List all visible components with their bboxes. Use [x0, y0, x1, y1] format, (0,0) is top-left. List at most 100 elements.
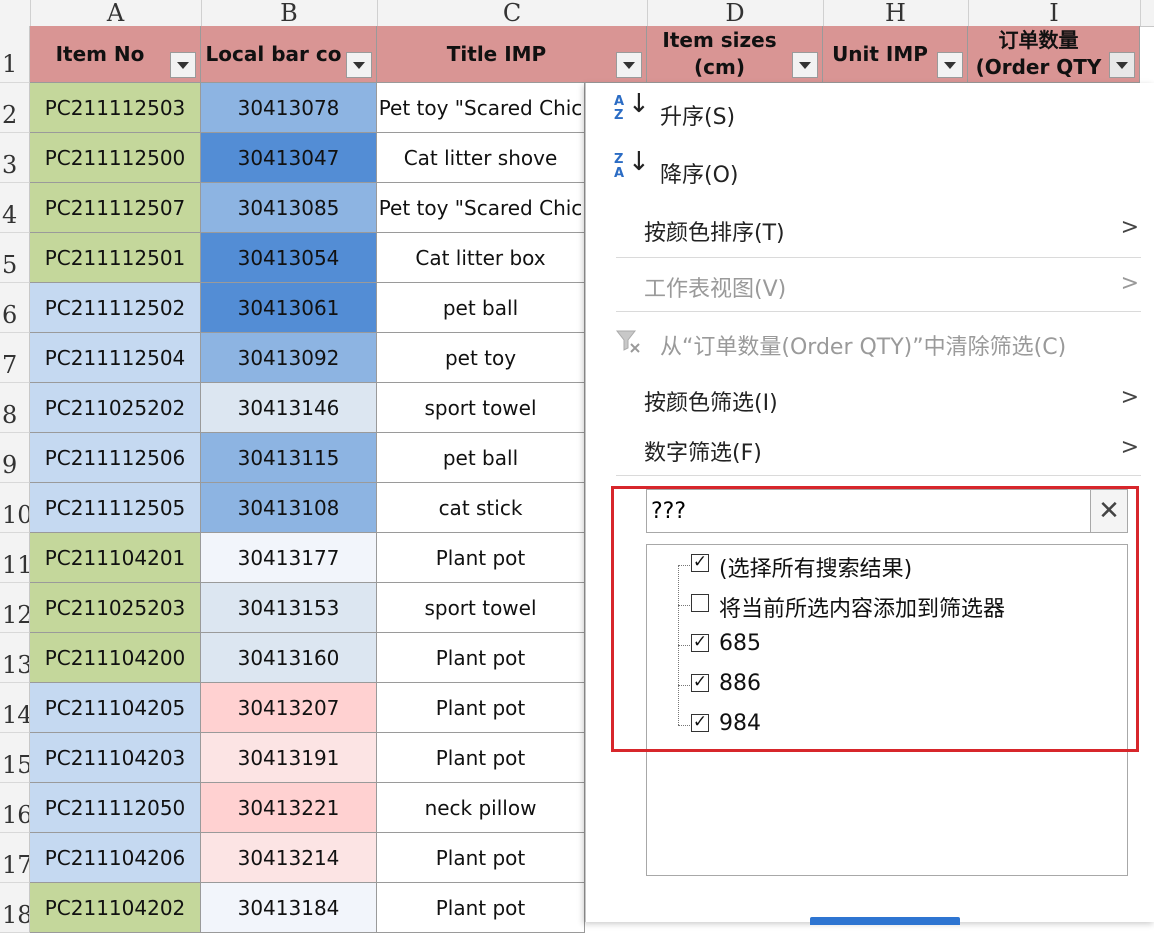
header-title[interactable]: Title IMP — [377, 26, 647, 83]
cell-local-bar[interactable]: 30413184 — [201, 883, 377, 933]
row-header[interactable]: 2 — [0, 83, 30, 133]
row-header[interactable]: 12 — [0, 583, 30, 633]
cell-local-bar[interactable]: 30413078 — [201, 83, 377, 133]
cell-local-bar[interactable]: 30413115 — [201, 433, 377, 483]
cell-title[interactable]: Plant pot — [377, 883, 585, 933]
cell-local-bar[interactable]: 30413214 — [201, 833, 377, 883]
cell-title[interactable]: Plant pot — [377, 533, 585, 583]
cell-item-no[interactable]: PC211112507 — [30, 183, 201, 233]
column-header-i[interactable]: I — [968, 0, 1141, 26]
cell-item-no[interactable]: PC211104200 — [30, 633, 201, 683]
cell-local-bar[interactable]: 30413054 — [201, 233, 377, 283]
cell-title[interactable]: sport towel — [377, 583, 585, 633]
column-header-h[interactable]: H — [823, 0, 969, 26]
cell-title[interactable]: pet ball — [377, 283, 585, 333]
cell-local-bar[interactable]: 30413146 — [201, 383, 377, 433]
cell-local-bar[interactable]: 30413191 — [201, 733, 377, 783]
header-item-no[interactable]: Item No — [30, 26, 201, 83]
cell-title[interactable]: Plant pot — [377, 633, 585, 683]
row-header[interactable]: 14 — [0, 683, 30, 733]
cell-title[interactable]: Pet toy "Scared Chic — [377, 183, 585, 233]
cell-local-bar[interactable]: 30413207 — [201, 683, 377, 733]
row-header[interactable]: 17 — [0, 833, 30, 883]
cell-item-no[interactable]: PC211104203 — [30, 733, 201, 783]
column-header-next[interactable] — [1140, 0, 1154, 26]
dropdown-arrow-icon[interactable] — [792, 52, 818, 78]
cell-item-no[interactable]: PC211025203 — [30, 583, 201, 633]
menu-item-clear-filter[interactable]: 从“订单数量(Order QTY)”中清除筛选(C) — [586, 327, 1154, 361]
select-all-corner[interactable] — [0, 0, 31, 26]
cell-title[interactable]: pet toy — [377, 333, 585, 383]
cell-title[interactable]: Cat litter shove — [377, 133, 585, 183]
menu-item-sheet-view[interactable]: 工作表视图(V) > — [586, 269, 1154, 303]
row-header[interactable]: 1 — [0, 26, 30, 83]
cell-item-no[interactable]: PC211025202 — [30, 383, 201, 433]
cell-local-bar[interactable]: 30413092 — [201, 333, 377, 383]
menu-item-filter-by-color[interactable]: 按颜色筛选(I) > — [586, 383, 1154, 417]
cell-item-no[interactable]: PC211104206 — [30, 833, 201, 883]
row-header[interactable]: 18 — [0, 883, 30, 933]
row-header[interactable]: 8 — [0, 383, 30, 433]
cell-item-no[interactable]: PC211104205 — [30, 683, 201, 733]
cell-title[interactable]: Plant pot — [377, 833, 585, 883]
row-header[interactable]: 4 — [0, 183, 30, 233]
cell-local-bar[interactable]: 30413047 — [201, 133, 377, 183]
column-header-a[interactable]: A — [30, 0, 202, 26]
cell-local-bar[interactable]: 30413108 — [201, 483, 377, 533]
cell-item-no[interactable]: PC211112500 — [30, 133, 201, 183]
checkbox[interactable] — [691, 594, 709, 612]
column-header-b[interactable]: B — [201, 0, 378, 26]
column-header-d[interactable]: D — [647, 0, 824, 26]
checkbox[interactable]: ✓ — [691, 714, 709, 732]
cell-item-no[interactable]: PC211104202 — [30, 883, 201, 933]
cell-item-no[interactable]: PC211112502 — [30, 283, 201, 333]
cell-item-no[interactable]: PC211104201 — [30, 533, 201, 583]
menu-item-sort-by-color[interactable]: 按颜色排序(T) > — [586, 213, 1154, 247]
cell-local-bar[interactable]: 30413153 — [201, 583, 377, 633]
column-header-c[interactable]: C — [377, 0, 648, 26]
row-header[interactable]: 7 — [0, 333, 30, 383]
close-icon[interactable]: ✕ — [1090, 490, 1127, 532]
cell-item-no[interactable]: PC211112501 — [30, 233, 201, 283]
dropdown-arrow-icon[interactable] — [616, 52, 642, 78]
row-header[interactable]: 5 — [0, 233, 30, 283]
menu-item-sort-ascending[interactable]: AZ ↓ 升序(S) — [586, 91, 1154, 135]
cell-local-bar[interactable]: 30413085 — [201, 183, 377, 233]
cell-item-no[interactable]: PC211112503 — [30, 83, 201, 133]
checkbox[interactable]: ✓ — [691, 634, 709, 652]
header-item-sizes[interactable]: Item sizes (cm) — [647, 26, 823, 83]
header-local-bar[interactable]: Local bar co — [201, 26, 377, 83]
cell-item-no[interactable]: PC211112504 — [30, 333, 201, 383]
cell-title[interactable]: Cat litter box — [377, 233, 585, 283]
row-header[interactable]: 3 — [0, 133, 30, 183]
dropdown-arrow-icon[interactable] — [346, 52, 372, 78]
checkbox[interactable]: ✓ — [691, 554, 709, 572]
cell-item-no[interactable]: PC211112506 — [30, 433, 201, 483]
row-header[interactable]: 9 — [0, 433, 30, 483]
cell-title[interactable]: neck pillow — [377, 783, 585, 833]
filter-search-input[interactable] — [647, 490, 1091, 532]
row-header[interactable]: 16 — [0, 783, 30, 833]
header-unit[interactable]: Unit IMP — [823, 26, 968, 83]
row-header[interactable]: 13 — [0, 633, 30, 683]
row-header[interactable]: 10 — [0, 483, 30, 533]
cell-title[interactable]: Pet toy "Scared Chic — [377, 83, 585, 133]
cell-local-bar[interactable]: 30413061 — [201, 283, 377, 333]
menu-item-sort-descending[interactable]: ZA ↓ 降序(O) — [586, 149, 1154, 193]
cell-title[interactable]: sport towel — [377, 383, 585, 433]
cell-title[interactable]: Plant pot — [377, 733, 585, 783]
dropdown-arrow-icon[interactable] — [1109, 52, 1135, 78]
row-header[interactable]: 11 — [0, 533, 30, 583]
row-header[interactable]: 6 — [0, 283, 30, 333]
menu-item-number-filter[interactable]: 数字筛选(F) > — [586, 433, 1154, 467]
cell-title[interactable]: cat stick — [377, 483, 585, 533]
ok-button[interactable] — [810, 917, 960, 925]
cell-local-bar[interactable]: 30413221 — [201, 783, 377, 833]
row-header[interactable]: 15 — [0, 733, 30, 783]
cell-item-no[interactable]: PC211112505 — [30, 483, 201, 533]
dropdown-arrow-icon[interactable] — [937, 52, 963, 78]
cell-title[interactable]: Plant pot — [377, 683, 585, 733]
cell-item-no[interactable]: PC211112050 — [30, 783, 201, 833]
cell-title[interactable]: pet ball — [377, 433, 585, 483]
cell-local-bar[interactable]: 30413160 — [201, 633, 377, 683]
